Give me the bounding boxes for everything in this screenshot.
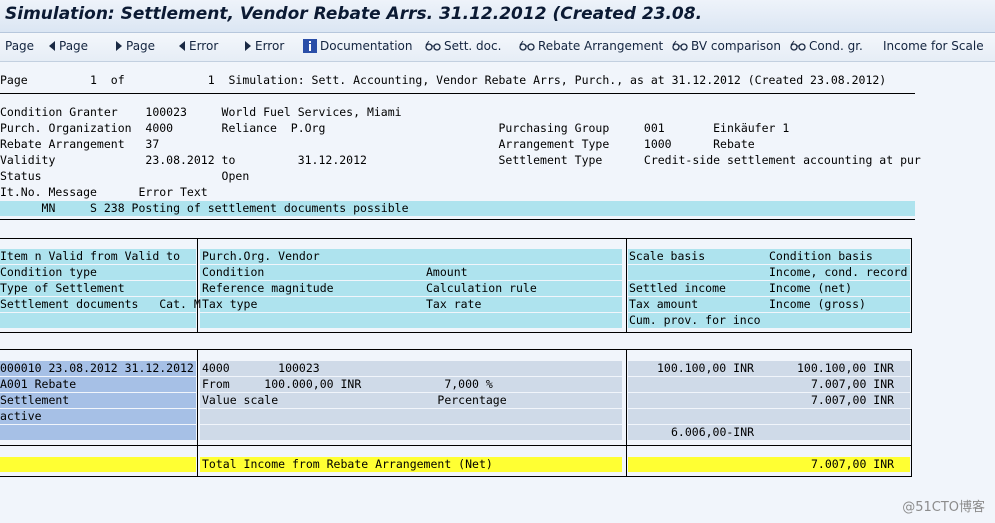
column-header: Income (net): [769, 281, 853, 295]
separator: [0, 219, 915, 220]
sett-doc-button[interactable]: Sett. doc.: [425, 39, 501, 53]
table-border: [0, 332, 912, 333]
title-bar: Simulation: Settlement, Vendor Rebate Ar…: [0, 0, 995, 33]
header-line: Condition Granter 100023 World Fuel Serv…: [0, 105, 402, 119]
column-header: Purch.Org. Vendor: [202, 249, 320, 263]
column-header: Type of Settlement: [0, 281, 125, 295]
glasses-icon: [790, 40, 806, 51]
item-condition-type: A001 Rebate: [0, 377, 77, 391]
item-cell: [200, 425, 622, 440]
application-toolbar: Page Page Page Error Error Documentation…: [0, 33, 995, 62]
table-border: [0, 349, 912, 350]
item-reference: Value scale Percentage: [202, 393, 507, 407]
total-amount: 7.007,00 INR: [811, 457, 895, 471]
column-header: Item n Valid from Valid to: [0, 249, 181, 263]
column-header: Tax type: [202, 297, 258, 311]
report-list: Page 1 of 1 Simulation: Sett. Accounting…: [0, 62, 995, 523]
bv-comparison-label: BV comparison: [691, 39, 781, 53]
next-page-label: Page: [126, 39, 156, 53]
triangle-right-icon: [245, 41, 251, 51]
income-for-scale-label: Income for Scale: [883, 39, 984, 53]
item-income-cond: 7.007,00 INR: [811, 377, 895, 391]
table-border: [0, 238, 912, 239]
column-divider: [911, 238, 912, 333]
column-divider: [911, 349, 912, 477]
glasses-icon: [519, 40, 535, 51]
item-settlement-type: Settlement: [0, 393, 70, 407]
bv-comparison-button[interactable]: BV comparison: [672, 39, 781, 53]
first-page-label: Page: [5, 39, 35, 53]
window-title: Simulation: Settlement, Vendor Rebate Ar…: [5, 4, 703, 24]
column-header: Amount: [426, 265, 468, 279]
triangle-right-icon: [116, 41, 122, 51]
first-page-button[interactable]: Page: [5, 39, 34, 53]
item-key[interactable]: 000010 23.08.2012 31.12.2012: [0, 361, 194, 376]
next-error-label: Error: [255, 39, 285, 53]
column-header: Tax amount: [629, 297, 699, 311]
header-cell: [200, 313, 622, 328]
item-status: active: [0, 409, 42, 423]
column-divider: [197, 349, 198, 477]
previous-page-label: Page: [59, 39, 89, 53]
column-divider: [197, 238, 198, 333]
total-cell: [0, 457, 196, 472]
header-line: Validity 23.08.2012 to 31.12.2012 Settle…: [0, 153, 921, 167]
previous-error-button[interactable]: Error: [178, 39, 218, 53]
glasses-icon: [672, 40, 688, 51]
sett-doc-label: Sett. doc.: [444, 39, 502, 53]
documentation-button[interactable]: Documentation: [303, 39, 413, 53]
previous-error-label: Error: [189, 39, 219, 53]
column-header: Income, cond. record: [769, 265, 908, 279]
column-header: Condition: [202, 265, 265, 279]
header-cell: [0, 313, 196, 328]
next-error-button[interactable]: Error: [244, 39, 284, 53]
triangle-left-icon: [179, 41, 185, 51]
next-page-button[interactable]: Page: [115, 39, 155, 53]
item-scale-basis: 100.100,00 INR: [657, 361, 754, 375]
triangle-left-icon: [49, 41, 55, 51]
item-cell: [200, 409, 622, 424]
header-line: Status Open: [0, 169, 250, 183]
rebate-arrangement-label: Rebate Arrangement: [538, 39, 664, 53]
message-text: MN S 238 Posting of settlement documents…: [0, 201, 409, 215]
documentation-label: Documentation: [320, 39, 413, 53]
cond-gr-button[interactable]: Cond. gr.: [790, 39, 863, 53]
previous-page-button[interactable]: Page: [48, 39, 88, 53]
header-line: Rebate Arrangement 37 Arrangement Type 1…: [0, 137, 755, 151]
column-divider: [626, 349, 627, 477]
column-header: Tax rate: [426, 297, 482, 311]
income-for-scale-button[interactable]: Income for Scale: [883, 39, 984, 53]
column-header: Cum. prov. for inco: [629, 313, 761, 327]
column-header: Income (gross): [769, 297, 866, 311]
cond-gr-label: Cond. gr.: [809, 39, 863, 53]
header-line: It.No. Message Error Text: [0, 185, 208, 199]
header-cell: [200, 297, 622, 312]
column-divider: [626, 238, 627, 333]
column-header: Calculation rule: [426, 281, 537, 295]
item-cum-provision: 6.006,00-INR: [671, 425, 755, 439]
column-header: Condition basis: [769, 249, 873, 263]
column-header: Settlement documents Cat. M: [0, 297, 201, 311]
watermark: @51CTO博客: [902, 500, 985, 515]
item-condition: From 100.000,00 INR 7,000 %: [202, 377, 493, 391]
column-header: Condition type: [0, 265, 97, 279]
item-key-cell: [0, 425, 196, 440]
separator: [0, 93, 915, 94]
header-line: Purch. Organization 4000 Reliance P.Org …: [0, 121, 790, 135]
item-condition-basis: 100.100,00 INR: [797, 361, 894, 375]
info-icon: [303, 39, 317, 53]
item-cell: [628, 409, 910, 424]
rebate-arrangement-button[interactable]: Rebate Arrangement: [519, 39, 663, 53]
item-org-vendor: 4000 100023: [202, 361, 320, 375]
column-header: Reference magnitude: [202, 281, 334, 295]
glasses-icon: [425, 40, 441, 51]
column-header: Settled income: [629, 281, 726, 295]
column-header: Scale basis: [629, 249, 706, 263]
item-income-net: 7.007,00 INR: [811, 393, 895, 407]
page-header: Page 1 of 1 Simulation: Sett. Accounting…: [0, 73, 887, 87]
table-border: [0, 445, 912, 446]
total-label: Total Income from Rebate Arrangement (Ne…: [202, 457, 493, 471]
table-border: [0, 476, 912, 477]
